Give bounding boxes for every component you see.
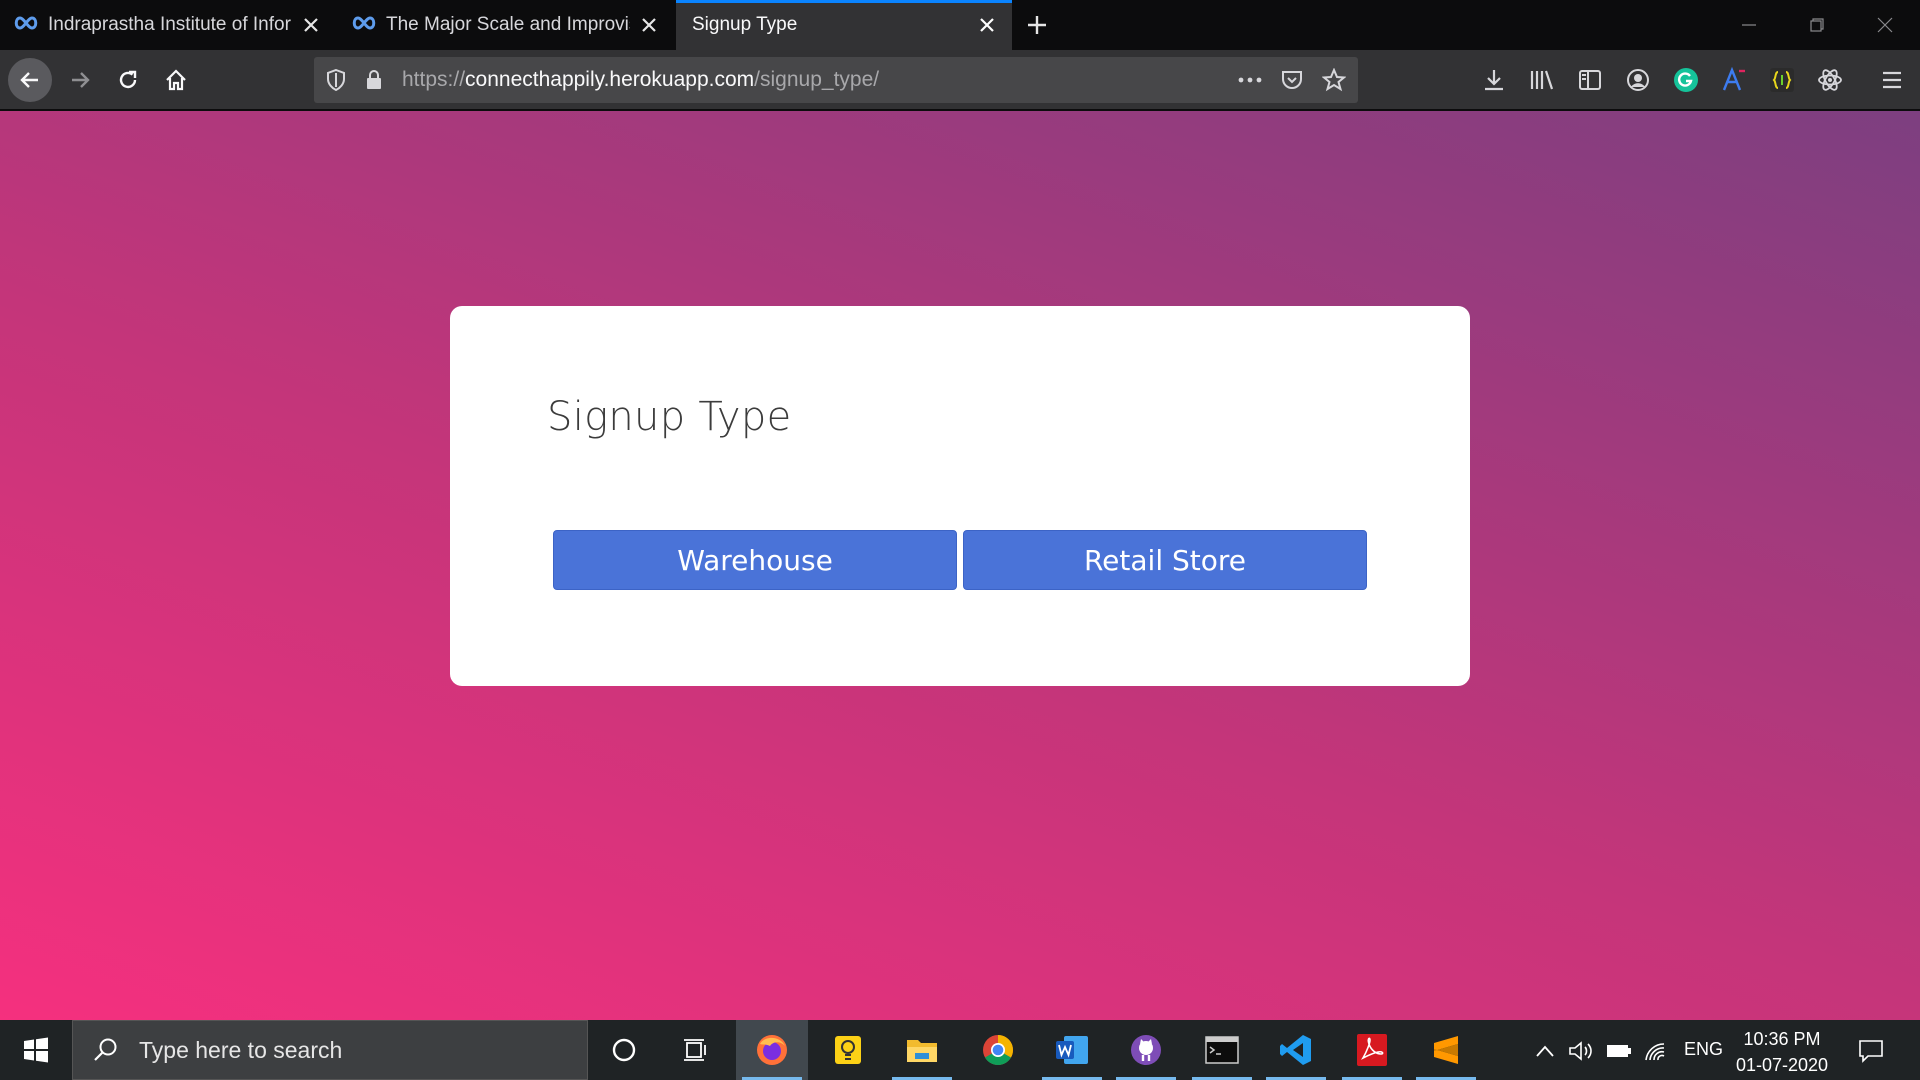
vscode-icon xyxy=(1280,1035,1311,1065)
plus-icon xyxy=(1028,16,1046,34)
signup-type-card: Signup Type Warehouse Retail Store xyxy=(450,306,1470,686)
windows-logo-icon xyxy=(24,1037,48,1063)
account-icon[interactable] xyxy=(1624,66,1652,94)
minimize-button[interactable] xyxy=(1714,0,1784,50)
url-bar[interactable]: https://connecthappily.herokuapp.com/sig… xyxy=(314,57,1358,103)
lightbulb-icon xyxy=(835,1036,861,1064)
search-placeholder: Type here to search xyxy=(139,1036,343,1063)
font-extension-icon[interactable] xyxy=(1720,66,1748,94)
tab-signup-type[interactable]: Signup Type xyxy=(676,0,1012,50)
close-icon xyxy=(1877,17,1893,33)
taskbar-acrobat[interactable] xyxy=(1336,1020,1408,1080)
page-content: Signup Type Warehouse Retail Store xyxy=(0,111,1920,1020)
navigation-toolbar: https://connecthappily.herokuapp.com/sig… xyxy=(0,50,1920,110)
cortana-button[interactable] xyxy=(588,1020,660,1080)
tab-indraprastha[interactable]: Indraprastha Institute of Inform xyxy=(0,0,336,50)
forward-button[interactable] xyxy=(58,58,102,102)
volume-icon[interactable] xyxy=(1568,1038,1594,1064)
reload-button[interactable] xyxy=(106,58,150,102)
taskbar-firefox[interactable] xyxy=(736,1020,808,1080)
taskbar-terminal[interactable] xyxy=(1186,1020,1258,1080)
clock-time: 10:36 PM xyxy=(1743,1029,1821,1049)
url-host: connecthappily.herokuapp.com xyxy=(465,68,755,91)
close-icon[interactable] xyxy=(976,14,998,36)
tab-title: Signup Type xyxy=(692,14,798,35)
cortana-icon xyxy=(612,1038,636,1062)
restore-button[interactable] xyxy=(1782,0,1852,50)
taskbar-github-desktop[interactable] xyxy=(1110,1020,1182,1080)
clock-date: 01-07-2020 xyxy=(1735,1055,1829,1075)
search-icon xyxy=(94,1038,117,1061)
url-text[interactable]: https://connecthappily.herokuapp.com/sig… xyxy=(402,57,879,103)
shield-icon[interactable] xyxy=(324,68,348,92)
taskbar-word[interactable] xyxy=(1036,1020,1108,1080)
close-icon[interactable] xyxy=(638,14,660,36)
wifi-icon[interactable] xyxy=(1642,1038,1668,1064)
tab-major-scale[interactable]: The Major Scale and Improvisin xyxy=(338,0,674,50)
bookmark-star-icon[interactable] xyxy=(1322,68,1346,92)
taskbar-sticky-notes[interactable] xyxy=(812,1020,884,1080)
taskbar-sublime-text[interactable] xyxy=(1410,1020,1482,1080)
infinity-icon xyxy=(352,14,376,36)
terminal-icon xyxy=(1205,1036,1239,1064)
close-icon[interactable] xyxy=(300,14,322,36)
warehouse-button[interactable]: Warehouse xyxy=(553,530,957,590)
hamburger-menu-icon[interactable] xyxy=(1878,66,1906,94)
clock[interactable]: 10:36 PM 01-07-2020 xyxy=(1724,1026,1840,1078)
start-button[interactable] xyxy=(0,1020,72,1080)
url-scheme: https:// xyxy=(402,68,466,91)
taskbar-vscode[interactable] xyxy=(1260,1020,1332,1080)
taskbar-file-explorer[interactable] xyxy=(886,1020,958,1080)
acrobat-icon xyxy=(1357,1034,1387,1066)
task-view-button[interactable] xyxy=(660,1020,732,1080)
lock-icon[interactable] xyxy=(362,68,386,92)
arrow-right-icon xyxy=(72,72,90,88)
tab-title: The Major Scale and Improvisin xyxy=(386,14,630,35)
chevron-up-icon[interactable] xyxy=(1532,1038,1558,1064)
chrome-icon xyxy=(983,1035,1014,1066)
close-window-button[interactable] xyxy=(1850,0,1920,50)
url-path: /signup_type/ xyxy=(754,68,880,91)
taskbar-search-box[interactable]: Type here to search xyxy=(72,1020,588,1080)
json-extension-icon[interactable] xyxy=(1768,66,1796,94)
tab-title: Indraprastha Institute of Inform xyxy=(48,14,292,35)
tab-strip: Indraprastha Institute of Inform The Maj… xyxy=(0,0,1920,50)
arrow-left-icon xyxy=(20,72,38,88)
minimize-icon xyxy=(1742,24,1756,26)
retail-store-button[interactable]: Retail Store xyxy=(963,530,1367,590)
pocket-icon[interactable] xyxy=(1280,68,1304,92)
new-tab-button[interactable] xyxy=(1020,10,1054,40)
sidebar-icon[interactable] xyxy=(1576,66,1604,94)
github-icon xyxy=(1131,1035,1161,1065)
grammarly-icon[interactable] xyxy=(1672,66,1700,94)
battery-icon[interactable] xyxy=(1606,1038,1632,1064)
library-icon[interactable] xyxy=(1528,66,1556,94)
download-icon[interactable] xyxy=(1480,66,1508,94)
word-icon xyxy=(1056,1036,1088,1064)
notifications-icon[interactable] xyxy=(1858,1038,1884,1064)
taskbar-chrome[interactable] xyxy=(962,1020,1034,1080)
windows-taskbar: Type here to search ENG 10:36 PM 01-07-2… xyxy=(0,1020,1920,1080)
more-actions-icon[interactable] xyxy=(1238,68,1262,92)
restore-icon xyxy=(1810,18,1824,32)
language-indicator[interactable]: ENG xyxy=(1684,1039,1723,1060)
reload-icon xyxy=(119,70,137,89)
firefox-icon xyxy=(757,1035,787,1065)
task-view-icon xyxy=(684,1039,706,1061)
home-icon xyxy=(166,69,186,91)
sublime-text-icon xyxy=(1434,1036,1458,1064)
infinity-icon xyxy=(14,14,38,36)
react-devtools-icon[interactable] xyxy=(1816,66,1844,94)
back-button[interactable] xyxy=(8,58,52,102)
home-button[interactable] xyxy=(154,58,198,102)
page-title: Signup Type xyxy=(547,394,792,440)
folder-icon xyxy=(907,1040,937,1062)
